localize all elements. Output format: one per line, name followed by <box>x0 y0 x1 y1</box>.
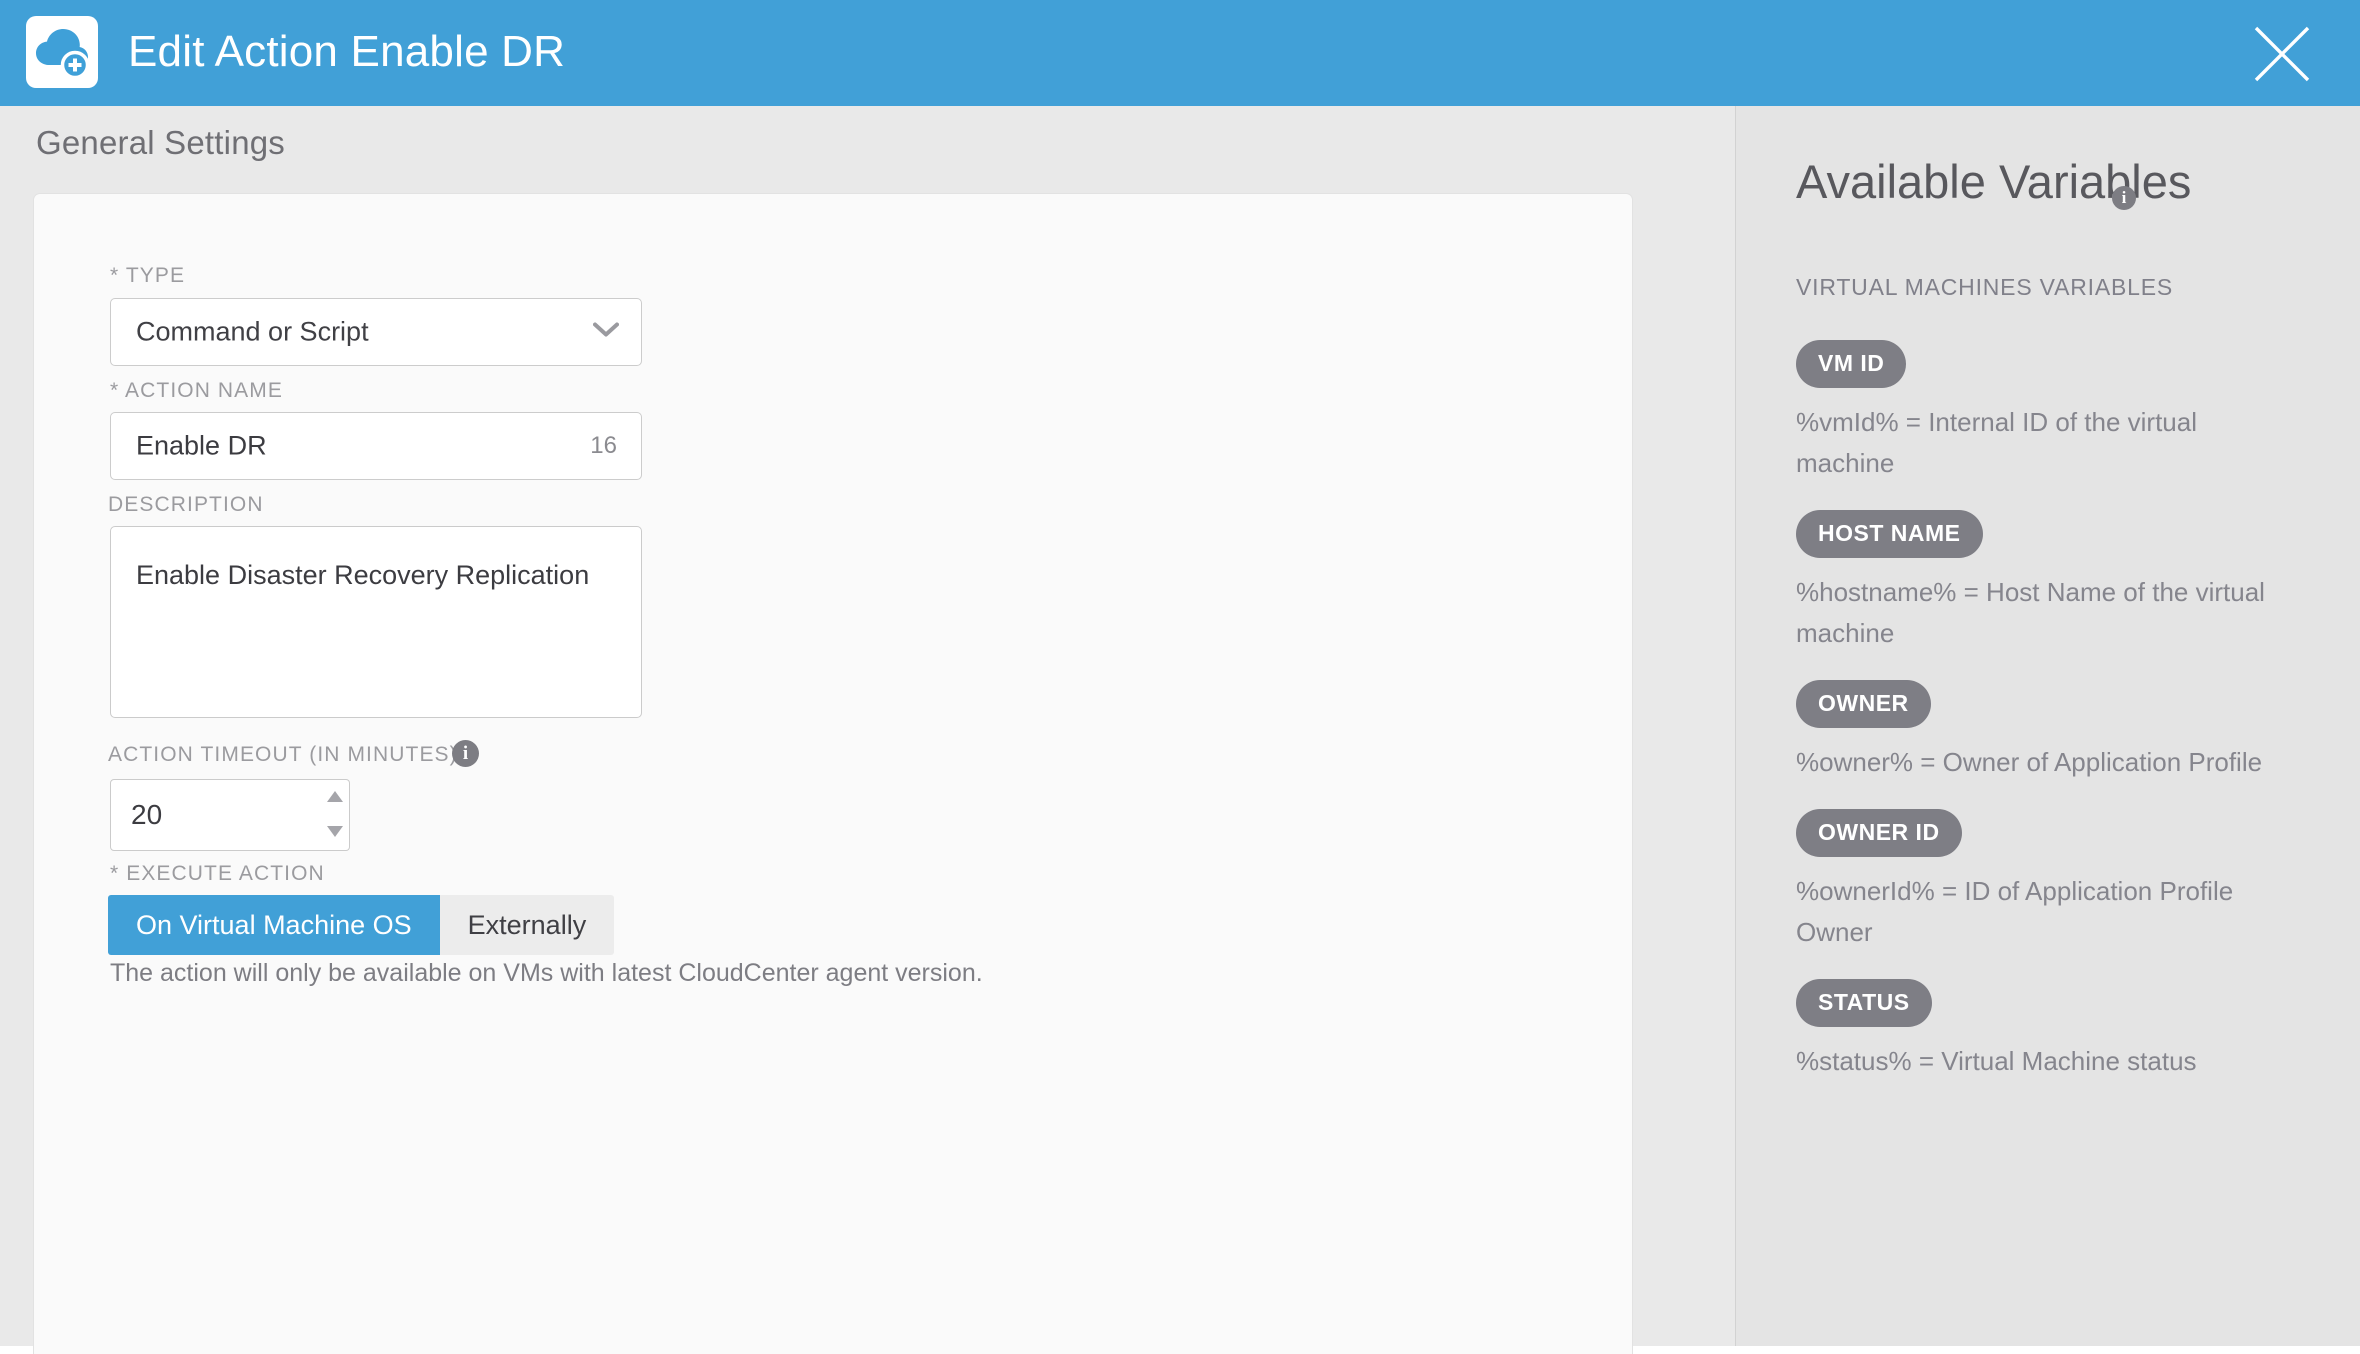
execute-action-hint: The action will only be available on VMs… <box>110 959 983 987</box>
label-description: DESCRIPTION <box>108 493 264 516</box>
available-variables-subtitle: VIRTUAL MACHINES VARIABLES <box>1796 274 2173 300</box>
available-variables-pane: Available Variables i VIRTUAL MACHINES V… <box>1735 106 2360 1346</box>
section-title-general-settings: General Settings <box>36 124 286 161</box>
variable-badge[interactable]: OWNER <box>1796 680 1931 728</box>
stepper-decrement-button[interactable] <box>321 815 349 850</box>
chevron-down-icon <box>593 322 619 343</box>
variable-description: %owner% = Owner of Application Profile <box>1796 747 2263 777</box>
stepper-buttons <box>321 779 350 851</box>
label-action-name: * ACTION NAME <box>110 379 283 402</box>
action-timeout-stepper[interactable]: 20 <box>110 779 350 851</box>
action-name-char-count: 16 <box>590 432 617 459</box>
variable-description: %ownerId% = ID of Application Profile Ow… <box>1796 876 2234 947</box>
page-title: Edit Action Enable DR <box>128 27 566 76</box>
variables-list: VM ID %vmId% = Internal ID of the virtua… <box>1796 314 2326 1082</box>
list-item: HOST NAME %hostname% = Host Name of the … <box>1796 484 2326 654</box>
variable-badge[interactable]: VM ID <box>1796 340 1907 388</box>
variable-description: %hostname% = Host Name of the virtual ma… <box>1796 577 2265 648</box>
label-type: * TYPE <box>110 264 186 287</box>
toggle-on-virtual-machine-os[interactable]: On Virtual Machine OS <box>108 895 440 955</box>
variable-badge[interactable]: HOST NAME <box>1796 510 1983 558</box>
label-action-timeout: ACTION TIMEOUT (IN MINUTES) <box>108 743 458 766</box>
variable-description: %vmId% = Internal ID of the virtual mach… <box>1796 407 2198 478</box>
stepper-increment-button[interactable] <box>321 780 349 815</box>
list-item: VM ID %vmId% = Internal ID of the virtua… <box>1796 314 2326 484</box>
list-item: STATUS %status% = Virtual Machine status <box>1796 953 2326 1082</box>
execute-action-toggle-group: On Virtual Machine OS Externally <box>108 895 615 955</box>
type-select[interactable]: Command or Script <box>110 298 642 366</box>
variable-description: %status% = Virtual Machine status <box>1796 1046 2197 1076</box>
available-variables-info-icon[interactable]: i <box>2112 186 2136 210</box>
action-timeout-info-icon[interactable]: i <box>452 740 479 767</box>
variable-badge[interactable]: OWNER ID <box>1796 809 1962 857</box>
dialog-title-bar: Edit Action Enable DR <box>0 0 2360 106</box>
general-settings-pane: General Settings * TYPE Command or Scrip… <box>0 106 1735 1354</box>
close-icon[interactable] <box>2250 22 2314 86</box>
type-select-value: Command or Script <box>136 316 369 347</box>
action-name-input[interactable]: Enable DR 16 <box>110 412 642 480</box>
action-timeout-value: 20 <box>131 799 163 830</box>
action-name-value: Enable DR <box>136 430 267 461</box>
label-execute-action: * EXECUTE ACTION <box>110 862 325 885</box>
list-item: OWNER %owner% = Owner of Application Pro… <box>1796 654 2326 783</box>
description-textarea[interactable]: Enable Disaster Recovery Replication <box>110 526 642 718</box>
general-settings-card: * TYPE Command or Script * ACTION NAME E… <box>34 194 1632 1354</box>
description-value: Enable Disaster Recovery Replication <box>136 560 590 590</box>
toggle-externally[interactable]: Externally <box>439 895 615 955</box>
cloud-add-icon <box>26 16 98 88</box>
dialog-body: General Settings * TYPE Command or Scrip… <box>0 106 2360 1354</box>
variable-badge[interactable]: STATUS <box>1796 979 1932 1027</box>
list-item: OWNER ID %ownerId% = ID of Application P… <box>1796 783 2326 953</box>
action-timeout-input[interactable]: 20 <box>110 779 322 851</box>
